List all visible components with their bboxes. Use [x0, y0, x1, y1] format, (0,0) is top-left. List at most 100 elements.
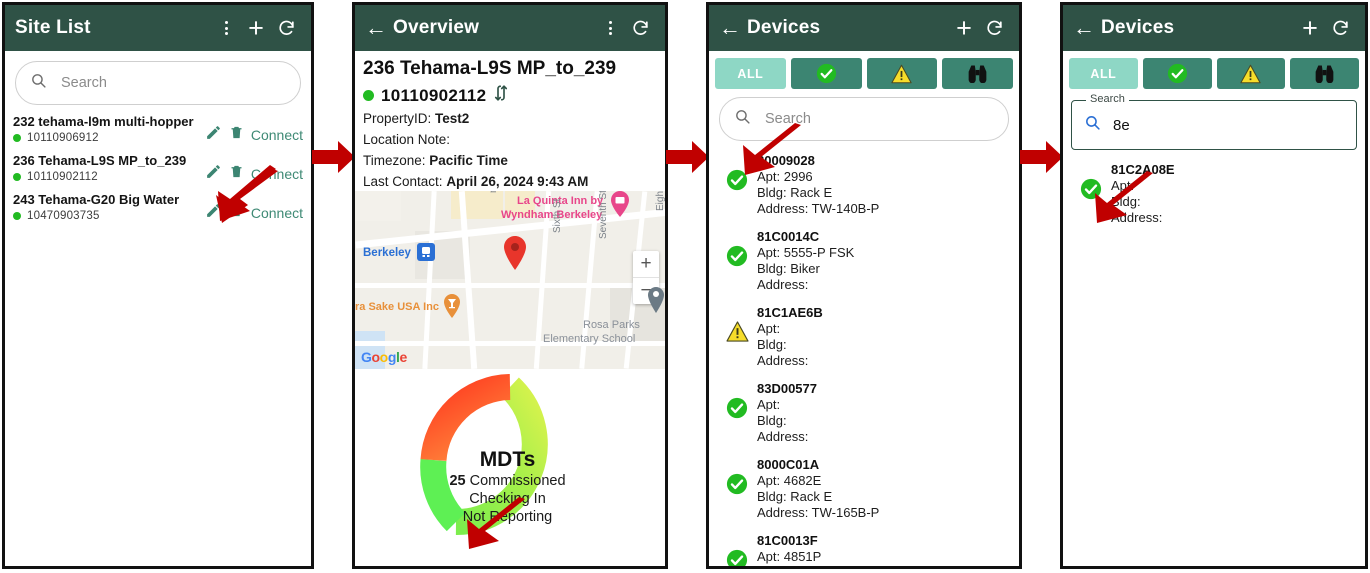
device-apt: Apt:: [757, 397, 781, 412]
site-id: 10110906912: [27, 132, 99, 144]
refresh-icon[interactable]: [1325, 13, 1355, 43]
search-value: 8e: [1113, 116, 1130, 134]
device-bldg: Bldg:: [757, 337, 787, 352]
check-circle-icon: [717, 381, 757, 419]
check-circle-icon: [816, 63, 836, 84]
list-item[interactable]: 81C0013FApt: 4851PBldg: Don DeskAddress:…: [709, 527, 1019, 566]
device-filter-bar: ALL: [709, 51, 1019, 93]
map-label-eighth-st: Eighth St: [655, 191, 665, 211]
annotation-arrow-connect: [216, 165, 278, 223]
warning-triangle-icon: [1240, 64, 1262, 83]
panel-overview: ← Overview 236 Tehama-L9S MP_to_239 1011…: [352, 2, 668, 569]
refresh-icon[interactable]: [625, 13, 655, 43]
list-item[interactable]: 8000C01A Apt: 4682E Bldg: Rack E Address: T…: [709, 451, 1019, 527]
plus-icon[interactable]: +: [949, 13, 979, 43]
list-item[interactable]: 83D00577 Apt: Bldg: Address:: [709, 375, 1019, 451]
page-title: Devices: [1101, 17, 1175, 38]
list-item[interactable]: 81C0014C Apt: 5555-P FSK Bldg: Biker Addres…: [709, 223, 1019, 299]
device-address: Address:: [757, 353, 809, 368]
filter-all-button[interactable]: ALL: [715, 58, 786, 89]
panel-devices-filtered: ← Devices + ALL Search 8e 81C2A08E Apt: …: [1060, 2, 1368, 569]
device-filter-bar: ALL: [1063, 51, 1365, 93]
check-circle-icon: [717, 457, 757, 495]
trash-icon[interactable]: [229, 124, 244, 146]
site-name: 243 Tehama-G20 Big Water: [13, 192, 180, 207]
google-attribution: Google: [361, 349, 407, 365]
annotation-arrow-search: [743, 123, 801, 175]
filter-all-button[interactable]: ALL: [1069, 58, 1138, 89]
back-arrow-icon[interactable]: ←: [719, 17, 741, 39]
street-view-pegman-icon[interactable]: [647, 287, 665, 313]
refresh-icon[interactable]: [271, 13, 301, 43]
refresh-icon[interactable]: [979, 13, 1009, 43]
search-container: Search: [5, 51, 311, 109]
search-input[interactable]: Search: [15, 61, 301, 105]
appbar-overview: ← Overview: [355, 5, 665, 51]
field-last-contact: Last Contact: April 26, 2024 9:43 AM: [363, 172, 657, 191]
back-arrow-icon[interactable]: ←: [1073, 17, 1095, 39]
kebab-menu-icon[interactable]: [211, 13, 241, 43]
list-item[interactable]: 81C1AE6B Apt: Bldg: Address:: [709, 299, 1019, 375]
warning-triangle-icon: [891, 64, 913, 83]
field-label: PropertyID:: [363, 111, 432, 126]
filter-ok-button[interactable]: [790, 58, 862, 89]
site-info: 236 Tehama-L9S MP_to_239 10110902112: [13, 153, 205, 183]
kebab-menu-icon[interactable]: [595, 13, 625, 43]
back-arrow-icon[interactable]: ←: [365, 17, 387, 39]
device-apt: Apt: 4851P: [757, 549, 822, 564]
list-item[interactable]: 232 tehama-l9m multi-hopper 10110906912 …: [5, 109, 311, 148]
panel-site-list: Site List + Search 232 tehama-l9m multi-…: [2, 2, 314, 569]
search-icon: [1084, 114, 1101, 136]
site-status-line: 10110902112: [13, 171, 205, 183]
hotel-marker-icon: [611, 191, 629, 217]
screenshot-stage: Site List + Search 232 tehama-l9m multi-…: [0, 0, 1370, 573]
pencil-icon[interactable]: [205, 124, 222, 146]
appbar-devices: ← Devices +: [709, 5, 1019, 51]
search-input[interactable]: Search 8e: [1071, 93, 1357, 150]
field-timezone: Timezone: Pacific Time: [363, 151, 657, 170]
device-apt: Apt: 5555-P FSK: [757, 245, 855, 260]
device-bldg: Bldg: Don Desk: [757, 565, 1011, 566]
filter-warning-button[interactable]: [866, 58, 938, 89]
zoom-in-button[interactable]: +: [633, 251, 659, 278]
filter-discover-button[interactable]: [942, 58, 1013, 89]
field-location-note: Location Note:: [363, 130, 657, 149]
page-title: Devices: [747, 17, 821, 38]
field-value: April 26, 2024 9:43 AM: [446, 174, 589, 189]
field-value: Pacific Time: [429, 153, 508, 168]
search-icon: [30, 72, 47, 94]
check-circle-icon: [717, 533, 757, 566]
filter-warning-button[interactable]: [1216, 58, 1286, 89]
map-label-sake: ra Sake USA Inc: [355, 301, 439, 313]
binoculars-icon: [968, 65, 987, 83]
status-dot-icon: [13, 134, 21, 142]
device-bldg: Bldg:: [757, 413, 787, 428]
chart-title: MDTs: [479, 448, 536, 471]
filter-all-label: ALL: [1090, 66, 1117, 81]
map-label-elementary: Elementary School: [543, 333, 636, 345]
transit-station-icon: [417, 243, 435, 261]
filter-discover-button[interactable]: [1290, 58, 1359, 89]
map-pin-icon[interactable]: [503, 236, 527, 270]
filter-ok-button[interactable]: [1142, 58, 1212, 89]
plus-icon[interactable]: +: [1295, 13, 1325, 43]
device-name: 81C0013F: [757, 533, 818, 548]
flow-arrow-2: [666, 141, 709, 173]
site-id: 10110902112: [381, 85, 487, 105]
connect-button[interactable]: Connect: [251, 127, 303, 143]
field-label: Timezone:: [363, 153, 426, 168]
field-label: Location Note:: [363, 132, 451, 147]
device-bldg: Bldg: Rack E: [757, 489, 833, 504]
plus-icon[interactable]: +: [241, 13, 271, 43]
data-transfer-icon[interactable]: [493, 84, 509, 107]
site-info: 232 tehama-l9m multi-hopper 10110906912: [13, 114, 205, 144]
device-info: 8000C01A Apt: 4682E Bldg: Rack E Address: T…: [757, 457, 1011, 521]
field-propertyid: PropertyID: Test2: [363, 109, 657, 128]
map-label-sixth-st: Sixth St: [552, 198, 563, 233]
page-title: Overview: [393, 17, 480, 38]
site-name: 232 tehama-l9m multi-hopper: [13, 114, 194, 129]
device-name: 8000C01A: [757, 457, 820, 472]
site-map[interactable]: La Quinta Inn by Wyndham Berkeley Berkel…: [355, 191, 665, 369]
map-label-n-st: n St: [488, 191, 499, 193]
restaurant-marker-icon: [444, 294, 460, 318]
